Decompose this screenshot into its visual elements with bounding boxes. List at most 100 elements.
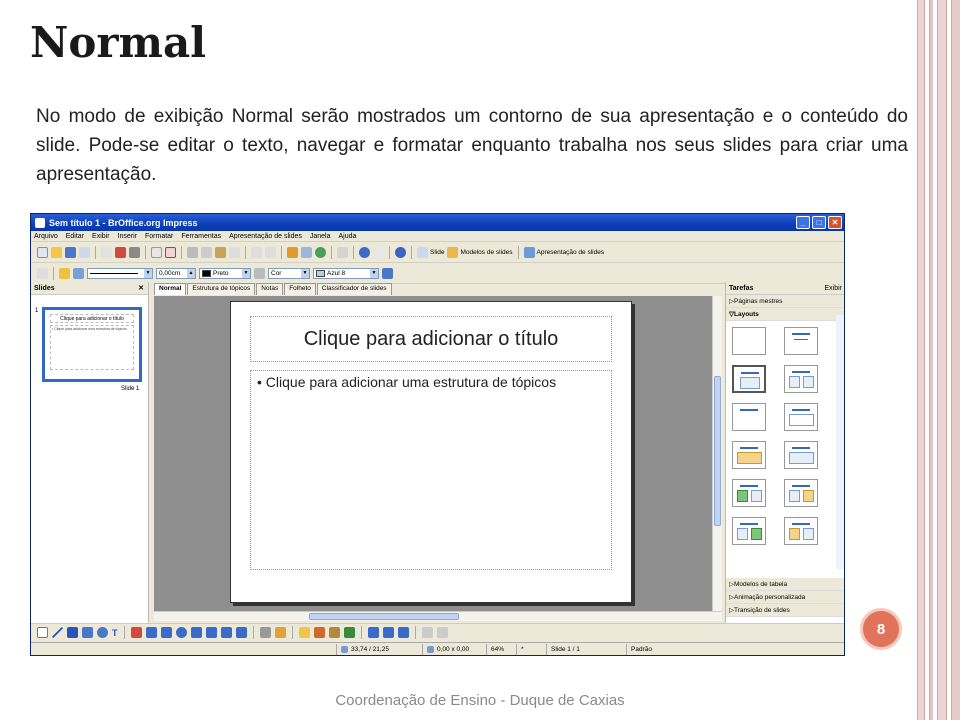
autospell-icon[interactable]	[165, 246, 176, 258]
toggle-extrusion-icon[interactable]	[436, 627, 448, 638]
copy-icon[interactable]	[201, 246, 212, 258]
vertical-scrollbar[interactable]	[712, 296, 722, 611]
save-icon[interactable]	[65, 246, 76, 258]
undo-icon[interactable]	[251, 246, 262, 258]
redo-icon[interactable]	[265, 246, 276, 258]
minimize-button[interactable]: _	[796, 216, 810, 229]
help-icon[interactable]	[395, 246, 406, 258]
ellipse-icon[interactable]	[97, 627, 108, 638]
shadow-icon[interactable]	[382, 267, 393, 279]
arrow-tool-icon[interactable]	[67, 627, 78, 638]
tab-handout[interactable]: Folheto	[284, 283, 316, 295]
menu-janela[interactable]: Janela	[310, 233, 331, 240]
line-style-select[interactable]: ▼	[87, 267, 153, 279]
maximize-button[interactable]: □	[812, 216, 826, 229]
layout-image-text[interactable]	[732, 479, 766, 507]
grid-icon[interactable]	[337, 246, 348, 258]
master-pages-section[interactable]: ▷ Páginas mestres	[726, 295, 844, 308]
tab-notes[interactable]: Notas	[256, 283, 284, 295]
layout-table-grid[interactable]	[784, 441, 818, 469]
tab-normal[interactable]: Normal	[154, 283, 187, 295]
slide-button[interactable]: Slide	[417, 246, 444, 258]
slide-thumbnail[interactable]: Clique para adicionar o título • Clique …	[42, 307, 142, 382]
curve-icon[interactable]	[130, 627, 142, 638]
align-icon[interactable]	[382, 627, 394, 638]
close-pane-icon[interactable]: ✕	[138, 284, 144, 292]
email-icon[interactable]	[79, 246, 90, 258]
format-paintbrush-icon[interactable]	[229, 246, 240, 258]
line-width-input[interactable]: 0,00cm ▲	[156, 267, 196, 279]
extrusion-icon[interactable]	[343, 627, 355, 638]
tasks-scrollbar[interactable]	[836, 315, 844, 569]
layout-text-image[interactable]	[732, 517, 766, 545]
fill-bucket-icon[interactable]	[254, 267, 265, 279]
print-icon[interactable]	[129, 246, 140, 258]
points-icon[interactable]	[259, 627, 271, 638]
fill-color-select[interactable]: Azul 8 ▼	[313, 267, 379, 279]
glue-points-icon[interactable]	[274, 627, 286, 638]
zoom-icon[interactable]	[373, 246, 384, 258]
custom-animation-section[interactable]: ▷ Animação personalizada	[726, 591, 844, 604]
outline-placeholder[interactable]: • Clique para adicionar uma estrutura de…	[250, 370, 612, 570]
line-color-select[interactable]: Preto ▼	[199, 267, 251, 279]
symbol-shapes-icon[interactable]	[175, 627, 187, 638]
table-design-section[interactable]: ▷ Modelos de tabela	[726, 578, 844, 591]
menu-exibir[interactable]: Exibir	[92, 233, 110, 240]
cut-icon[interactable]	[187, 246, 198, 258]
title-placeholder[interactable]: Clique para adicionar o título	[250, 316, 612, 362]
new-document-icon[interactable]	[37, 246, 48, 258]
gallery-icon[interactable]	[328, 627, 340, 638]
menu-arquivo[interactable]: Arquivo	[34, 233, 58, 240]
stars-icon[interactable]	[235, 627, 247, 638]
menu-apresentacao[interactable]: Apresentação de slides	[229, 233, 302, 240]
layout-centered[interactable]	[784, 403, 818, 431]
draw-functions-icon[interactable]	[359, 246, 370, 258]
spellcheck-icon[interactable]	[151, 246, 162, 258]
open-folder-icon[interactable]	[51, 246, 62, 258]
paste-icon[interactable]	[215, 246, 226, 258]
connector-icon[interactable]	[145, 627, 157, 638]
layout-text-chart[interactable]	[784, 479, 818, 507]
close-button[interactable]: ✕	[828, 216, 842, 229]
menu-formatar[interactable]: Formatar	[145, 233, 173, 240]
arrange-icon[interactable]	[397, 627, 409, 638]
export-pdf-icon[interactable]	[115, 246, 126, 258]
layout-chart-text[interactable]	[784, 517, 818, 545]
select-icon[interactable]	[37, 627, 48, 638]
slide-transition-section[interactable]: ▷ Transição de slides	[726, 604, 844, 617]
styles-icon[interactable]	[37, 267, 48, 279]
fill-type-select[interactable]: Cor ▼	[268, 267, 310, 279]
basic-shapes-icon[interactable]	[160, 627, 172, 638]
slideshow-button[interactable]: Apresentação de slides	[523, 246, 604, 258]
text-tool-icon[interactable]: T	[112, 628, 118, 638]
menu-editar[interactable]: Editar	[66, 233, 84, 240]
layouts-section[interactable]: ▽ Layouts	[726, 308, 844, 321]
menu-inserir[interactable]: Inserir	[118, 233, 137, 240]
line-icon[interactable]	[59, 267, 70, 279]
fontwork-icon[interactable]	[298, 627, 310, 638]
rectangle-icon[interactable]	[82, 627, 93, 638]
layout-title-content[interactable]	[732, 365, 766, 393]
table-icon[interactable]	[301, 246, 312, 258]
block-arrows-icon[interactable]	[190, 627, 202, 638]
arrow-style-icon[interactable]	[73, 267, 84, 279]
navigator-icon[interactable]	[315, 246, 326, 258]
layout-title-only[interactable]	[784, 327, 818, 355]
from-file-icon[interactable]	[313, 627, 325, 638]
line-tool-icon[interactable]	[52, 627, 63, 638]
flowchart-icon[interactable]	[205, 627, 217, 638]
tab-slide-sorter[interactable]: Classificador de slides	[316, 283, 392, 295]
layout-title-text[interactable]	[732, 403, 766, 431]
status-zoom[interactable]: 64%	[486, 643, 516, 655]
edit-file-icon[interactable]	[101, 246, 112, 258]
callouts-icon[interactable]	[220, 627, 232, 638]
tasks-view-menu[interactable]: Exibir	[824, 285, 842, 292]
layout-blank[interactable]	[732, 327, 766, 355]
slide-templates-button[interactable]: Modelos de slides	[447, 246, 513, 258]
chart-icon[interactable]	[287, 246, 298, 258]
layout-title-2content[interactable]	[784, 365, 818, 393]
slide-page[interactable]: Clique para adicionar o título • Clique …	[230, 301, 632, 603]
horizontal-scrollbar[interactable]	[154, 611, 722, 621]
layout-chart-grid[interactable]	[732, 441, 766, 469]
rotate-icon[interactable]	[367, 627, 379, 638]
